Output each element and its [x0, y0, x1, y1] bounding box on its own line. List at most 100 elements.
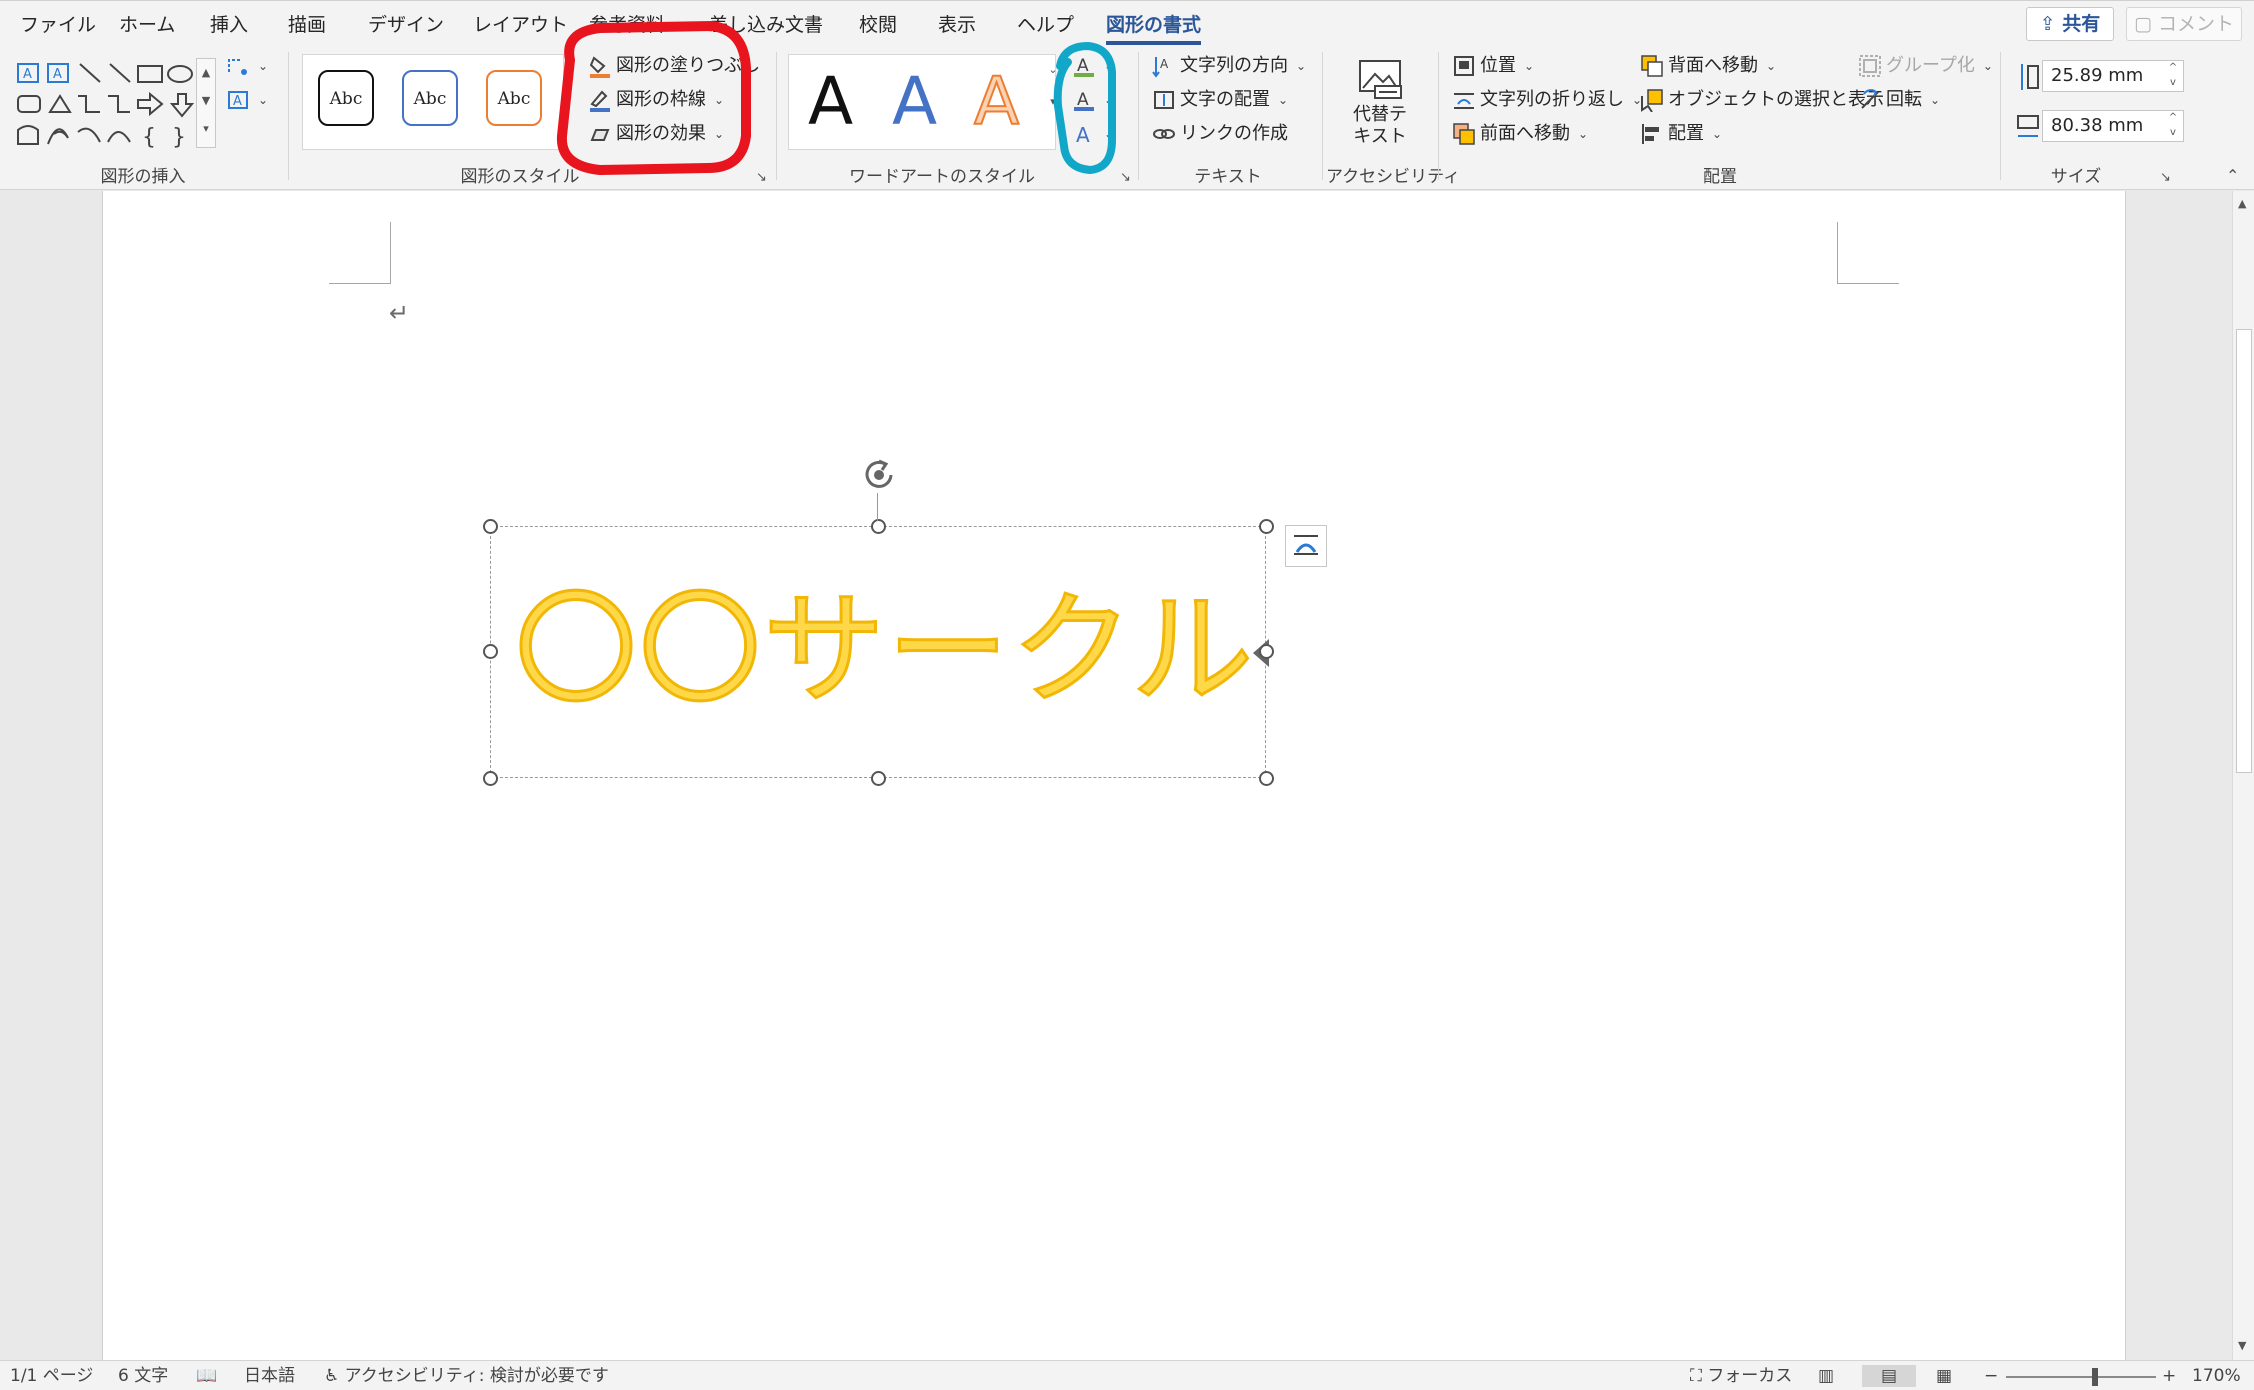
dialog-launcher-icon[interactable]: ↘ — [2160, 170, 2171, 185]
edit-shape-button[interactable]: ⌄ — [226, 52, 268, 80]
shape-effects-button[interactable]: 図形の効果 ⌄ — [588, 120, 724, 148]
dialog-launcher-icon[interactable]: ↘ — [756, 170, 767, 185]
zoom-level[interactable]: 170% — [2192, 1365, 2241, 1387]
web-layout-icon[interactable]: ▦ — [1936, 1365, 1952, 1387]
chevron-down-icon[interactable]: ⌄ — [560, 54, 576, 86]
tab-design[interactable]: デザイン — [368, 9, 444, 41]
zoom-in-icon[interactable]: + — [2162, 1365, 2176, 1387]
resize-handle[interactable] — [483, 771, 498, 786]
text-fill-button[interactable]: A ⌄ — [1072, 52, 1114, 80]
tab-review[interactable]: 校閲 — [859, 9, 897, 41]
resize-handle[interactable] — [1259, 519, 1274, 534]
wordart-preset-black[interactable]: A — [808, 64, 853, 140]
align-text-button[interactable]: 文字の配置 ⌄ — [1152, 86, 1288, 114]
wordart-text[interactable]: 〇〇サークル — [513, 575, 1255, 725]
more-icon[interactable]: ▾ — [560, 86, 576, 118]
position-button[interactable]: 位置 ⌄ — [1452, 52, 1534, 80]
resize-handle[interactable] — [871, 519, 886, 534]
alt-text-button[interactable]: 代替テ キスト — [1334, 52, 1426, 162]
tab-draw[interactable]: 描画 — [288, 9, 326, 41]
scroll-up-icon[interactable]: ▲ — [2238, 197, 2246, 210]
language-indicator[interactable]: 日本語 — [244, 1365, 295, 1387]
text-effects-button[interactable]: A ⌄ — [1072, 120, 1114, 148]
scroll-down-icon[interactable]: ▼ — [2238, 1339, 2246, 1352]
collapse-ribbon-icon[interactable]: ⌃ — [2226, 166, 2239, 185]
group-separator — [776, 52, 777, 180]
rotate-handle-icon[interactable] — [861, 457, 897, 493]
share-button[interactable]: ⇪ 共有 — [2026, 7, 2114, 41]
ribbon: A A { } ▲ ▼ ▾ ⌄ A ⌄ 図形の挿入 Abc Abc Abc ⌄ … — [0, 20, 2254, 190]
tab-mailings[interactable]: 差し込み文書 — [709, 9, 823, 41]
scrollbar-thumb[interactable] — [2236, 329, 2252, 773]
more-icon[interactable]: ▾ — [197, 115, 215, 143]
more-icon[interactable]: ▾ — [1046, 86, 1060, 118]
document-page[interactable]: ↵ 〇〇サークル — [102, 191, 2126, 1360]
page-count[interactable]: 1/1 ページ — [10, 1365, 93, 1387]
resize-handle[interactable] — [1259, 644, 1274, 659]
spin-down-icon[interactable]: v — [2164, 75, 2182, 90]
word-count[interactable]: 6 文字 — [118, 1365, 168, 1387]
shape-outline-button[interactable]: 図形の枠線 ⌄ — [588, 86, 724, 114]
resize-handle[interactable] — [483, 644, 498, 659]
create-link-button[interactable]: リンクの作成 — [1152, 120, 1288, 148]
scroll-up-icon[interactable]: ▲ — [197, 59, 215, 87]
send-backward-button[interactable]: 背面へ移動 ⌄ — [1640, 52, 1776, 80]
chevron-down-icon[interactable]: ⌄ — [1046, 54, 1060, 86]
zoom-slider[interactable] — [2006, 1368, 2156, 1386]
shape-style-preset-black[interactable]: Abc — [318, 70, 374, 126]
resize-handle[interactable] — [1259, 771, 1274, 786]
spin-down-icon[interactable]: v — [2164, 125, 2182, 140]
wordart-textbox[interactable]: 〇〇サークル — [490, 526, 1269, 778]
vertical-scrollbar[interactable]: ▲ ▼ — [2232, 191, 2254, 1360]
wordart-style-scroll[interactable]: ⌄ ▾ — [1046, 54, 1060, 150]
zoom-out-icon[interactable]: − — [1984, 1365, 1998, 1387]
resize-handle[interactable] — [871, 771, 886, 786]
comment-button[interactable]: ▢ コメント — [2126, 7, 2242, 41]
shape-fill-button[interactable]: 図形の塗りつぶし — [588, 52, 760, 80]
accessibility-checker[interactable]: ♿ アクセシビリティ: 検討が必要です — [324, 1365, 609, 1387]
resize-handle[interactable] — [483, 519, 498, 534]
chevron-down-icon: ⌄ — [1296, 59, 1307, 73]
tab-references[interactable]: 参考資料 — [589, 9, 665, 41]
text-direction-button[interactable]: A 文字列の方向 ⌄ — [1152, 52, 1306, 80]
tab-view[interactable]: 表示 — [938, 9, 976, 41]
zoom-slider-thumb[interactable] — [2092, 1368, 2098, 1386]
tab-layout[interactable]: レイアウト — [473, 9, 568, 41]
wordart-preset-blue[interactable]: A — [892, 64, 937, 140]
height-spinner[interactable]: ^ v — [2164, 60, 2182, 92]
group-objects-button[interactable]: グループ化 ⌄ — [1858, 52, 1993, 80]
width-spinner[interactable]: ^ v — [2164, 110, 2182, 142]
wordart-preset-orange[interactable]: A — [973, 63, 1020, 141]
shape-style-scroll[interactable]: ⌄ ▾ — [560, 54, 576, 150]
spin-up-icon[interactable]: ^ — [2164, 110, 2182, 125]
read-mode-icon[interactable]: ▥ — [1818, 1365, 1834, 1387]
dialog-launcher-icon[interactable]: ↘ — [1120, 170, 1131, 185]
shape-style-preset-orange[interactable]: Abc — [486, 70, 542, 126]
shapes-scroll[interactable]: ▲ ▼ ▾ — [196, 58, 216, 148]
align-button[interactable]: 配置 ⌄ — [1640, 120, 1722, 148]
spin-up-icon[interactable]: ^ — [2164, 60, 2182, 75]
accessibility-icon: ♿ — [324, 1366, 340, 1386]
text-box-button[interactable]: A ⌄ — [226, 86, 268, 114]
scroll-down-icon[interactable]: ▼ — [197, 87, 215, 115]
shape-height-input[interactable]: 25.89 mm — [2042, 60, 2184, 92]
layout-options-button[interactable] — [1285, 525, 1327, 567]
focus-button[interactable]: ⛶ フォーカス — [1690, 1365, 1792, 1387]
tab-file[interactable]: ファイル — [20, 9, 96, 41]
tab-home[interactable]: ホーム — [119, 9, 175, 41]
shapes-gallery[interactable]: A A { } — [14, 58, 204, 150]
bring-forward-button[interactable]: 前面へ移動 ⌄ — [1452, 120, 1588, 148]
text-outline-button[interactable]: A ⌄ — [1072, 86, 1114, 114]
wrap-text-button[interactable]: 文字列の折り返し ⌄ — [1452, 86, 1642, 114]
tab-shape-format[interactable]: 図形の書式 — [1106, 9, 1202, 45]
tab-help[interactable]: ヘルプ — [1017, 9, 1074, 41]
document-area: ↵ 〇〇サークル — [0, 191, 2232, 1360]
print-layout-icon[interactable]: ▤ — [1862, 1365, 1916, 1387]
proofing-icon[interactable]: 📖 — [196, 1365, 217, 1387]
shape-style-preset-blue[interactable]: Abc — [402, 70, 458, 126]
tab-insert[interactable]: 挿入 — [210, 9, 248, 41]
rotate-button[interactable]: 回転 ⌄ — [1858, 86, 1940, 114]
shape-width-input[interactable]: 80.38 mm — [2042, 110, 2184, 142]
selection-pane-button[interactable]: オブジェクトの選択と表示 — [1640, 86, 1884, 114]
align-text-icon — [1154, 91, 1174, 109]
